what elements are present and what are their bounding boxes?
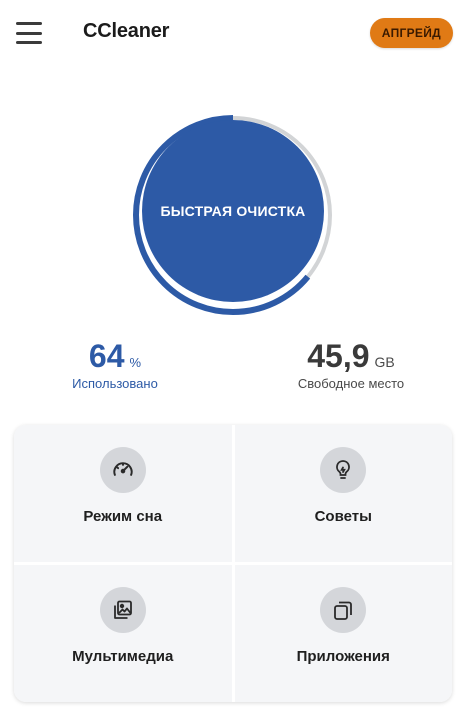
free-space-label: Свободное место (297, 376, 405, 391)
app-title: CCleaner (83, 20, 170, 42)
tile-tips-label: Советы (314, 508, 372, 525)
upgrade-button[interactable]: АПГРЕЙД (369, 18, 453, 48)
used-space-stat: 64 % Использовано (40, 338, 190, 391)
feature-grid: Режим сна Советы Мультимедиа Приложения (14, 425, 452, 702)
used-space-label: Использовано (72, 376, 158, 391)
used-percent-value: 64 (88, 338, 125, 374)
free-space-stat: 45,9 GB Свободное место (276, 338, 426, 391)
app-screen: CCleaner АПГРЕЙД БЫСТРАЯ ОЧИСТКА 64 % Ис… (0, 0, 467, 718)
tile-sleep-mode-label: Режим сна (83, 508, 163, 525)
free-space-unit: GB (374, 354, 395, 370)
media-icon (99, 587, 146, 633)
tile-media-label: Мультимедиа (72, 648, 174, 665)
tile-apps-label: Приложения (296, 648, 390, 665)
lightbulb-icon (320, 447, 367, 493)
tile-sleep-mode[interactable]: Режим сна (14, 425, 232, 562)
hamburger-menu-icon[interactable] (16, 22, 42, 44)
quick-clean-button[interactable]: БЫСТРАЯ ОЧИСТКА (142, 120, 324, 302)
tile-apps[interactable]: Приложения (234, 565, 452, 702)
used-percent-unit: % (129, 355, 142, 370)
free-space-value: 45,9 (307, 338, 370, 374)
apps-icon (320, 587, 367, 633)
speedometer-icon (99, 447, 146, 493)
app-header: CCleaner АПГРЕЙД (0, 0, 467, 66)
tile-tips[interactable]: Советы (234, 425, 452, 562)
tile-media[interactable]: Мультимедиа (14, 565, 232, 702)
